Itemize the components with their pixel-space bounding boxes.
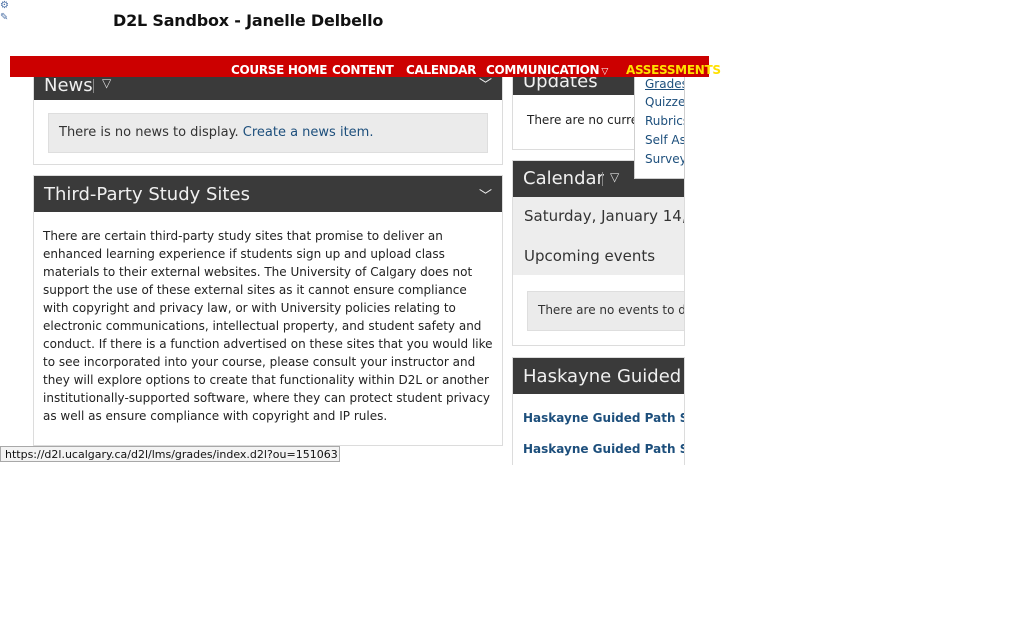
haskayne-widget: Haskayne Guided Pa Haskayne Guided Path … — [512, 357, 685, 465]
no-events-text: There are no events to dis — [538, 303, 685, 317]
no-events-box: There are no events to dis — [527, 291, 685, 331]
corner-icons: ⚙ ✎ — [0, 0, 12, 24]
menu-item-grades[interactable]: Grades — [645, 77, 684, 91]
calendar-menu-icon[interactable]: ▽ — [610, 170, 619, 184]
calendar-widget: Calendar ▽ Saturday, January 14, 2 Upcom… — [512, 160, 685, 346]
calendar-date[interactable]: Saturday, January 14, 2 — [524, 207, 684, 225]
third-party-widget: Third-Party Study Sites ﹀ There are cert… — [33, 175, 503, 446]
third-party-header: Third-Party Study Sites ﹀ — [34, 176, 502, 212]
nav-calendar[interactable]: CALENDAR — [406, 63, 476, 77]
third-party-body: There are certain third-party study site… — [43, 229, 493, 423]
header-separator — [93, 79, 94, 93]
assessments-dropdown: Grades Quizze Rubrics Self As Surveys — [634, 77, 685, 179]
course-title[interactable]: D2L Sandbox - Janelle Delbello — [113, 11, 383, 30]
create-news-link[interactable]: Create a news item. — [243, 125, 374, 140]
nav-communication[interactable]: COMMUNICATION ▽ — [486, 63, 608, 77]
header-separator — [602, 172, 603, 186]
nav-content[interactable]: CONTENT — [332, 63, 394, 77]
nav-course-home[interactable]: COURSE HOME — [231, 63, 327, 77]
updates-text: There are no curren — [527, 113, 646, 127]
menu-item-self-assessments[interactable]: Self As — [645, 133, 684, 147]
haskayne-header: Haskayne Guided Pa — [513, 358, 684, 394]
settings-icon[interactable]: ⚙ — [0, 0, 12, 12]
haskayne-title: Haskayne Guided Pa — [523, 366, 684, 387]
third-party-title: Third-Party Study Sites — [44, 184, 250, 205]
calendar-title: Calendar — [523, 168, 604, 189]
chevron-down-icon[interactable]: ﹀ — [479, 185, 492, 204]
menu-item-rubrics[interactable]: Rubrics — [645, 114, 684, 128]
menu-item-quizzes[interactable]: Quizze — [645, 95, 684, 109]
news-widget: News ▽ ﹀ There is no news to display. Cr… — [33, 62, 503, 165]
chevron-down-icon: ▽ — [601, 67, 608, 77]
news-empty-box: There is no news to display. Create a ne… — [48, 113, 488, 153]
upcoming-events-heading: Upcoming events — [524, 247, 656, 265]
haskayne-link-1[interactable]: Haskayne Guided Path Syster — [523, 411, 684, 425]
haskayne-link-2[interactable]: Haskayne Guided Path Syster — [523, 442, 684, 456]
status-bar-url: https://d2l.ucalgary.ca/d2l/lms/grades/i… — [0, 446, 340, 462]
nav-assessments[interactable]: ASSESSMENTS — [626, 63, 721, 77]
upcoming-bar: Upcoming events — [513, 235, 684, 275]
news-menu-icon[interactable]: ▽ — [102, 76, 111, 90]
nav-communication-label: COMMUNICATION — [486, 63, 600, 77]
menu-item-surveys[interactable]: Surveys — [645, 152, 684, 166]
news-title: News — [44, 75, 93, 96]
edit-icon[interactable]: ✎ — [0, 12, 12, 24]
course-navbar: COURSE HOME CONTENT CALENDAR COMMUNICATI… — [10, 56, 721, 77]
news-empty-text: There is no news to display. — [59, 125, 239, 140]
calendar-date-bar: Saturday, January 14, 2 — [513, 197, 684, 236]
